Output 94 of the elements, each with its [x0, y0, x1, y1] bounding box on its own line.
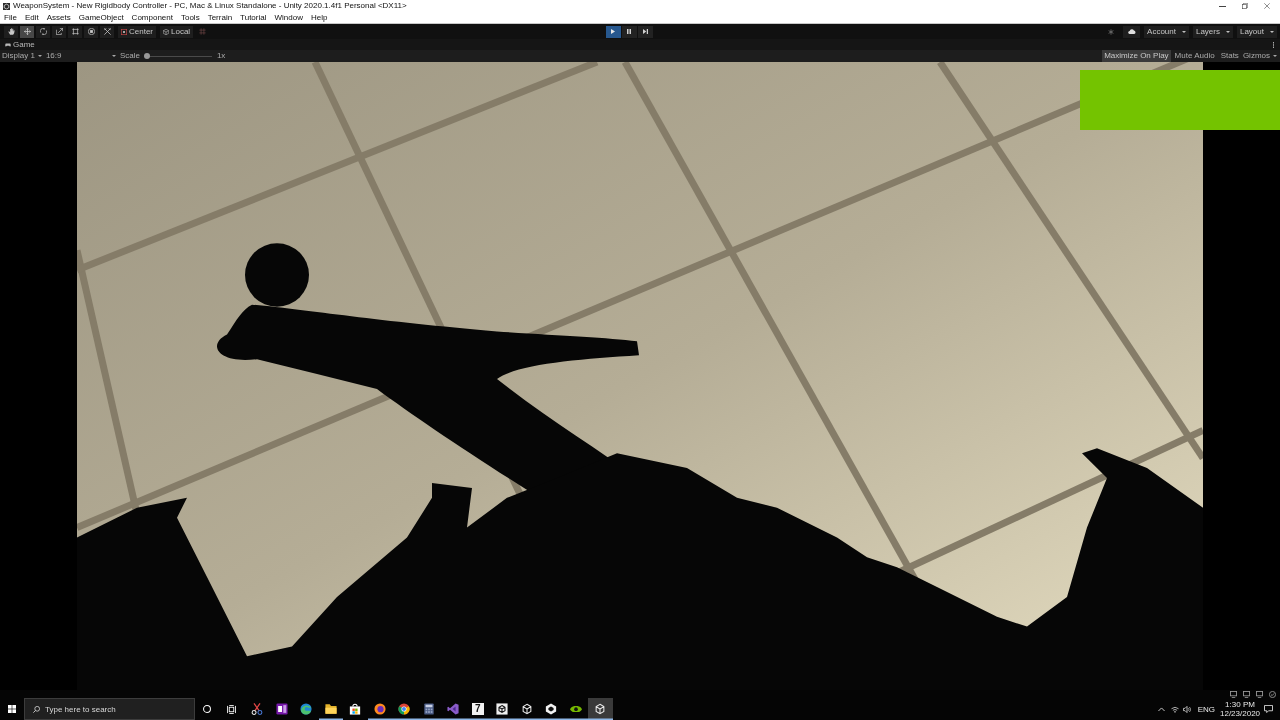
scale-value: 1x	[216, 51, 226, 61]
task-view-icon[interactable]	[226, 704, 236, 714]
menu-item[interactable]: Window	[274, 12, 303, 23]
close-icon[interactable]	[1264, 3, 1270, 9]
gamepad-icon	[5, 42, 11, 47]
clock-time[interactable]: 1:30 PM	[1225, 700, 1255, 709]
caret-icon	[1273, 55, 1277, 57]
shopping-bag-icon	[349, 703, 362, 715]
search-field[interactable]: Type here to search	[24, 698, 195, 720]
taskbar-app-button[interactable]: 7	[465, 698, 490, 720]
tool-button[interactable]	[68, 25, 82, 38]
hexagon-icon	[545, 703, 558, 715]
scale-slider[interactable]	[143, 53, 212, 59]
tool-button[interactable]	[4, 25, 18, 38]
scissors-icon	[251, 703, 264, 715]
menu-item[interactable]: Component	[131, 12, 173, 23]
caret-icon	[37, 55, 42, 57]
toolbar-dropdown[interactable]: Account	[1144, 25, 1189, 38]
menu-item[interactable]: File	[4, 12, 17, 23]
notebook-icon	[275, 703, 288, 715]
caret-icon	[1181, 30, 1186, 33]
menu-item[interactable]: GameObject	[78, 12, 124, 23]
swirl-icon	[300, 703, 313, 715]
tool-button[interactable]	[36, 25, 50, 38]
caret-icon	[111, 55, 116, 57]
cube-outline-icon	[163, 28, 169, 35]
scale-label: Scale	[119, 51, 140, 61]
pause-icon	[627, 29, 631, 34]
menu-item[interactable]: Help	[310, 12, 328, 23]
toolbar-dropdown[interactable]: Layers	[1192, 25, 1233, 38]
ribbon-icon	[447, 703, 460, 715]
speaker-icon[interactable]	[1182, 705, 1191, 713]
tool-button[interactable]	[20, 25, 34, 38]
eye-icon	[569, 705, 582, 713]
playback-button[interactable]	[621, 25, 637, 38]
monitor-icon[interactable]	[1230, 690, 1237, 698]
monitor-icon[interactable]	[1256, 690, 1263, 698]
cube-tile-icon	[496, 703, 509, 715]
calculator-icon	[422, 703, 435, 715]
square-dot-icon	[121, 28, 127, 35]
toggle-button[interactable]: Mute Audio	[1172, 50, 1217, 62]
caret-icon	[1270, 30, 1274, 33]
playback-button[interactable]	[605, 25, 621, 38]
toolbar-dropdown[interactable]: Layout	[1236, 25, 1277, 38]
toggle-button[interactable]: Maximize On Play	[1102, 50, 1171, 62]
menu-item[interactable]: Tools	[180, 12, 200, 23]
cube-icon	[594, 703, 607, 715]
rect-frame-icon	[71, 28, 79, 35]
hand-icon	[7, 28, 15, 35]
window-title: WeaponSystem - New Rigidbody Controller - PC, Mac & Linux Standalone - Unity 2020.1.4f1 Personal <DX11>	[13, 1, 407, 11]
language-indicator[interactable]: ENG	[1197, 704, 1215, 714]
tool-button[interactable]	[84, 25, 98, 38]
slider-thumb[interactable]	[143, 53, 150, 59]
cube-icon	[520, 703, 533, 715]
caret-icon	[1225, 30, 1230, 33]
menu-item[interactable]: Tutorial	[240, 12, 267, 23]
restore-icon[interactable]	[1242, 3, 1248, 9]
space-button[interactable]: Local	[160, 25, 194, 38]
network-icon[interactable]	[1170, 705, 1179, 713]
move-arrows-icon	[23, 28, 31, 35]
crossed-tools-icon	[103, 28, 111, 35]
taskbar-app-button[interactable]	[588, 698, 613, 720]
step-forward-icon	[642, 29, 648, 34]
scale-arrow-icon	[55, 28, 63, 35]
menu-item[interactable]: Assets	[46, 12, 71, 23]
play-icon	[611, 29, 615, 34]
cloud-button[interactable]	[1123, 25, 1141, 38]
playback-button[interactable]	[637, 25, 653, 38]
globe-icon	[373, 703, 386, 715]
clock-date[interactable]: 12/23/2020	[1220, 709, 1261, 718]
tool-button[interactable]	[52, 25, 66, 38]
segmented-circle-icon	[398, 703, 411, 715]
aspect-dropdown[interactable]: 16:9	[45, 50, 116, 62]
notification-icon[interactable]	[1264, 705, 1273, 713]
minimize-icon[interactable]	[1219, 5, 1226, 7]
cloud-icon	[1127, 29, 1136, 34]
toggle-button[interactable]: Stats	[1218, 50, 1241, 62]
game-tab[interactable]: Game	[3, 39, 37, 50]
menu-item[interactable]: Terrain	[207, 12, 233, 23]
asterisk-icon[interactable]	[1108, 28, 1115, 35]
menu-item[interactable]: Edit	[24, 12, 39, 23]
rotate-arrows-icon	[39, 28, 47, 35]
display-dropdown[interactable]: Display 1	[2, 50, 42, 62]
gizmos-dropdown[interactable]: Gizmos	[1242, 50, 1277, 62]
circle-icon[interactable]	[203, 705, 211, 713]
folder-icon	[324, 703, 337, 715]
search-icon	[33, 705, 40, 713]
tool-button[interactable]	[100, 25, 114, 38]
pivot-button[interactable]: Center	[118, 25, 156, 38]
chevron-up-icon[interactable]	[1157, 706, 1165, 712]
monitor-icon[interactable]	[1243, 690, 1250, 698]
start-icon[interactable]	[8, 705, 16, 713]
check-circle-icon[interactable]	[1269, 690, 1276, 698]
circle-square-icon	[87, 28, 95, 35]
